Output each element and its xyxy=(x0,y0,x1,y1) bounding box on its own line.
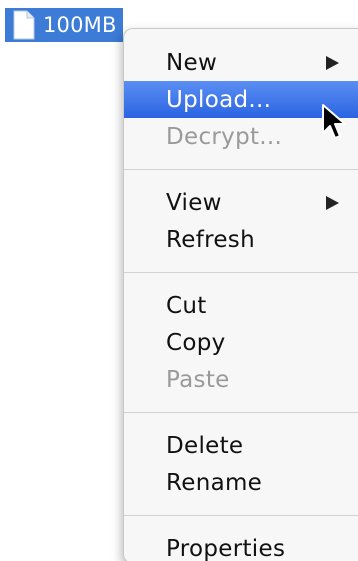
menu-item-label: Properties xyxy=(166,535,286,561)
document-icon xyxy=(13,10,35,40)
submenu-arrow-icon xyxy=(326,195,339,210)
menu-item-delete[interactable]: Delete xyxy=(124,427,358,464)
menu-item-properties[interactable]: Properties xyxy=(124,530,358,561)
menu-item-view[interactable]: View xyxy=(124,184,358,221)
menu-separator xyxy=(124,169,358,170)
menu-item-copy[interactable]: Copy xyxy=(124,324,358,361)
menu-item-rename[interactable]: Rename xyxy=(124,464,358,501)
menu-item-label: New xyxy=(166,49,218,76)
desktop-area: 100MB New Upload... Decrypt... View Refresh C… xyxy=(0,0,358,561)
menu-item-cut[interactable]: Cut xyxy=(124,287,358,324)
menu-item-label: Refresh xyxy=(166,226,255,253)
mouse-pointer-icon xyxy=(322,104,346,139)
selected-file[interactable]: 100MB xyxy=(5,8,123,42)
submenu-arrow-icon xyxy=(326,55,339,70)
menu-item-new[interactable]: New xyxy=(124,44,358,81)
menu-item-label: Copy xyxy=(166,329,226,356)
menu-item-label: Rename xyxy=(166,469,263,496)
menu-item-label: Paste xyxy=(166,366,230,393)
menu-separator xyxy=(124,272,358,273)
menu-item-refresh[interactable]: Refresh xyxy=(124,221,358,258)
menu-item-label: View xyxy=(166,189,222,216)
menu-item-label: Decrypt... xyxy=(166,123,283,150)
menu-separator xyxy=(124,412,358,413)
menu-separator xyxy=(124,515,358,516)
menu-item-label: Upload... xyxy=(166,86,272,113)
menu-item-label: Delete xyxy=(166,432,244,459)
file-name: 100MB xyxy=(43,12,117,37)
menu-item-paste: Paste xyxy=(124,361,358,398)
menu-item-label: Cut xyxy=(166,292,207,319)
